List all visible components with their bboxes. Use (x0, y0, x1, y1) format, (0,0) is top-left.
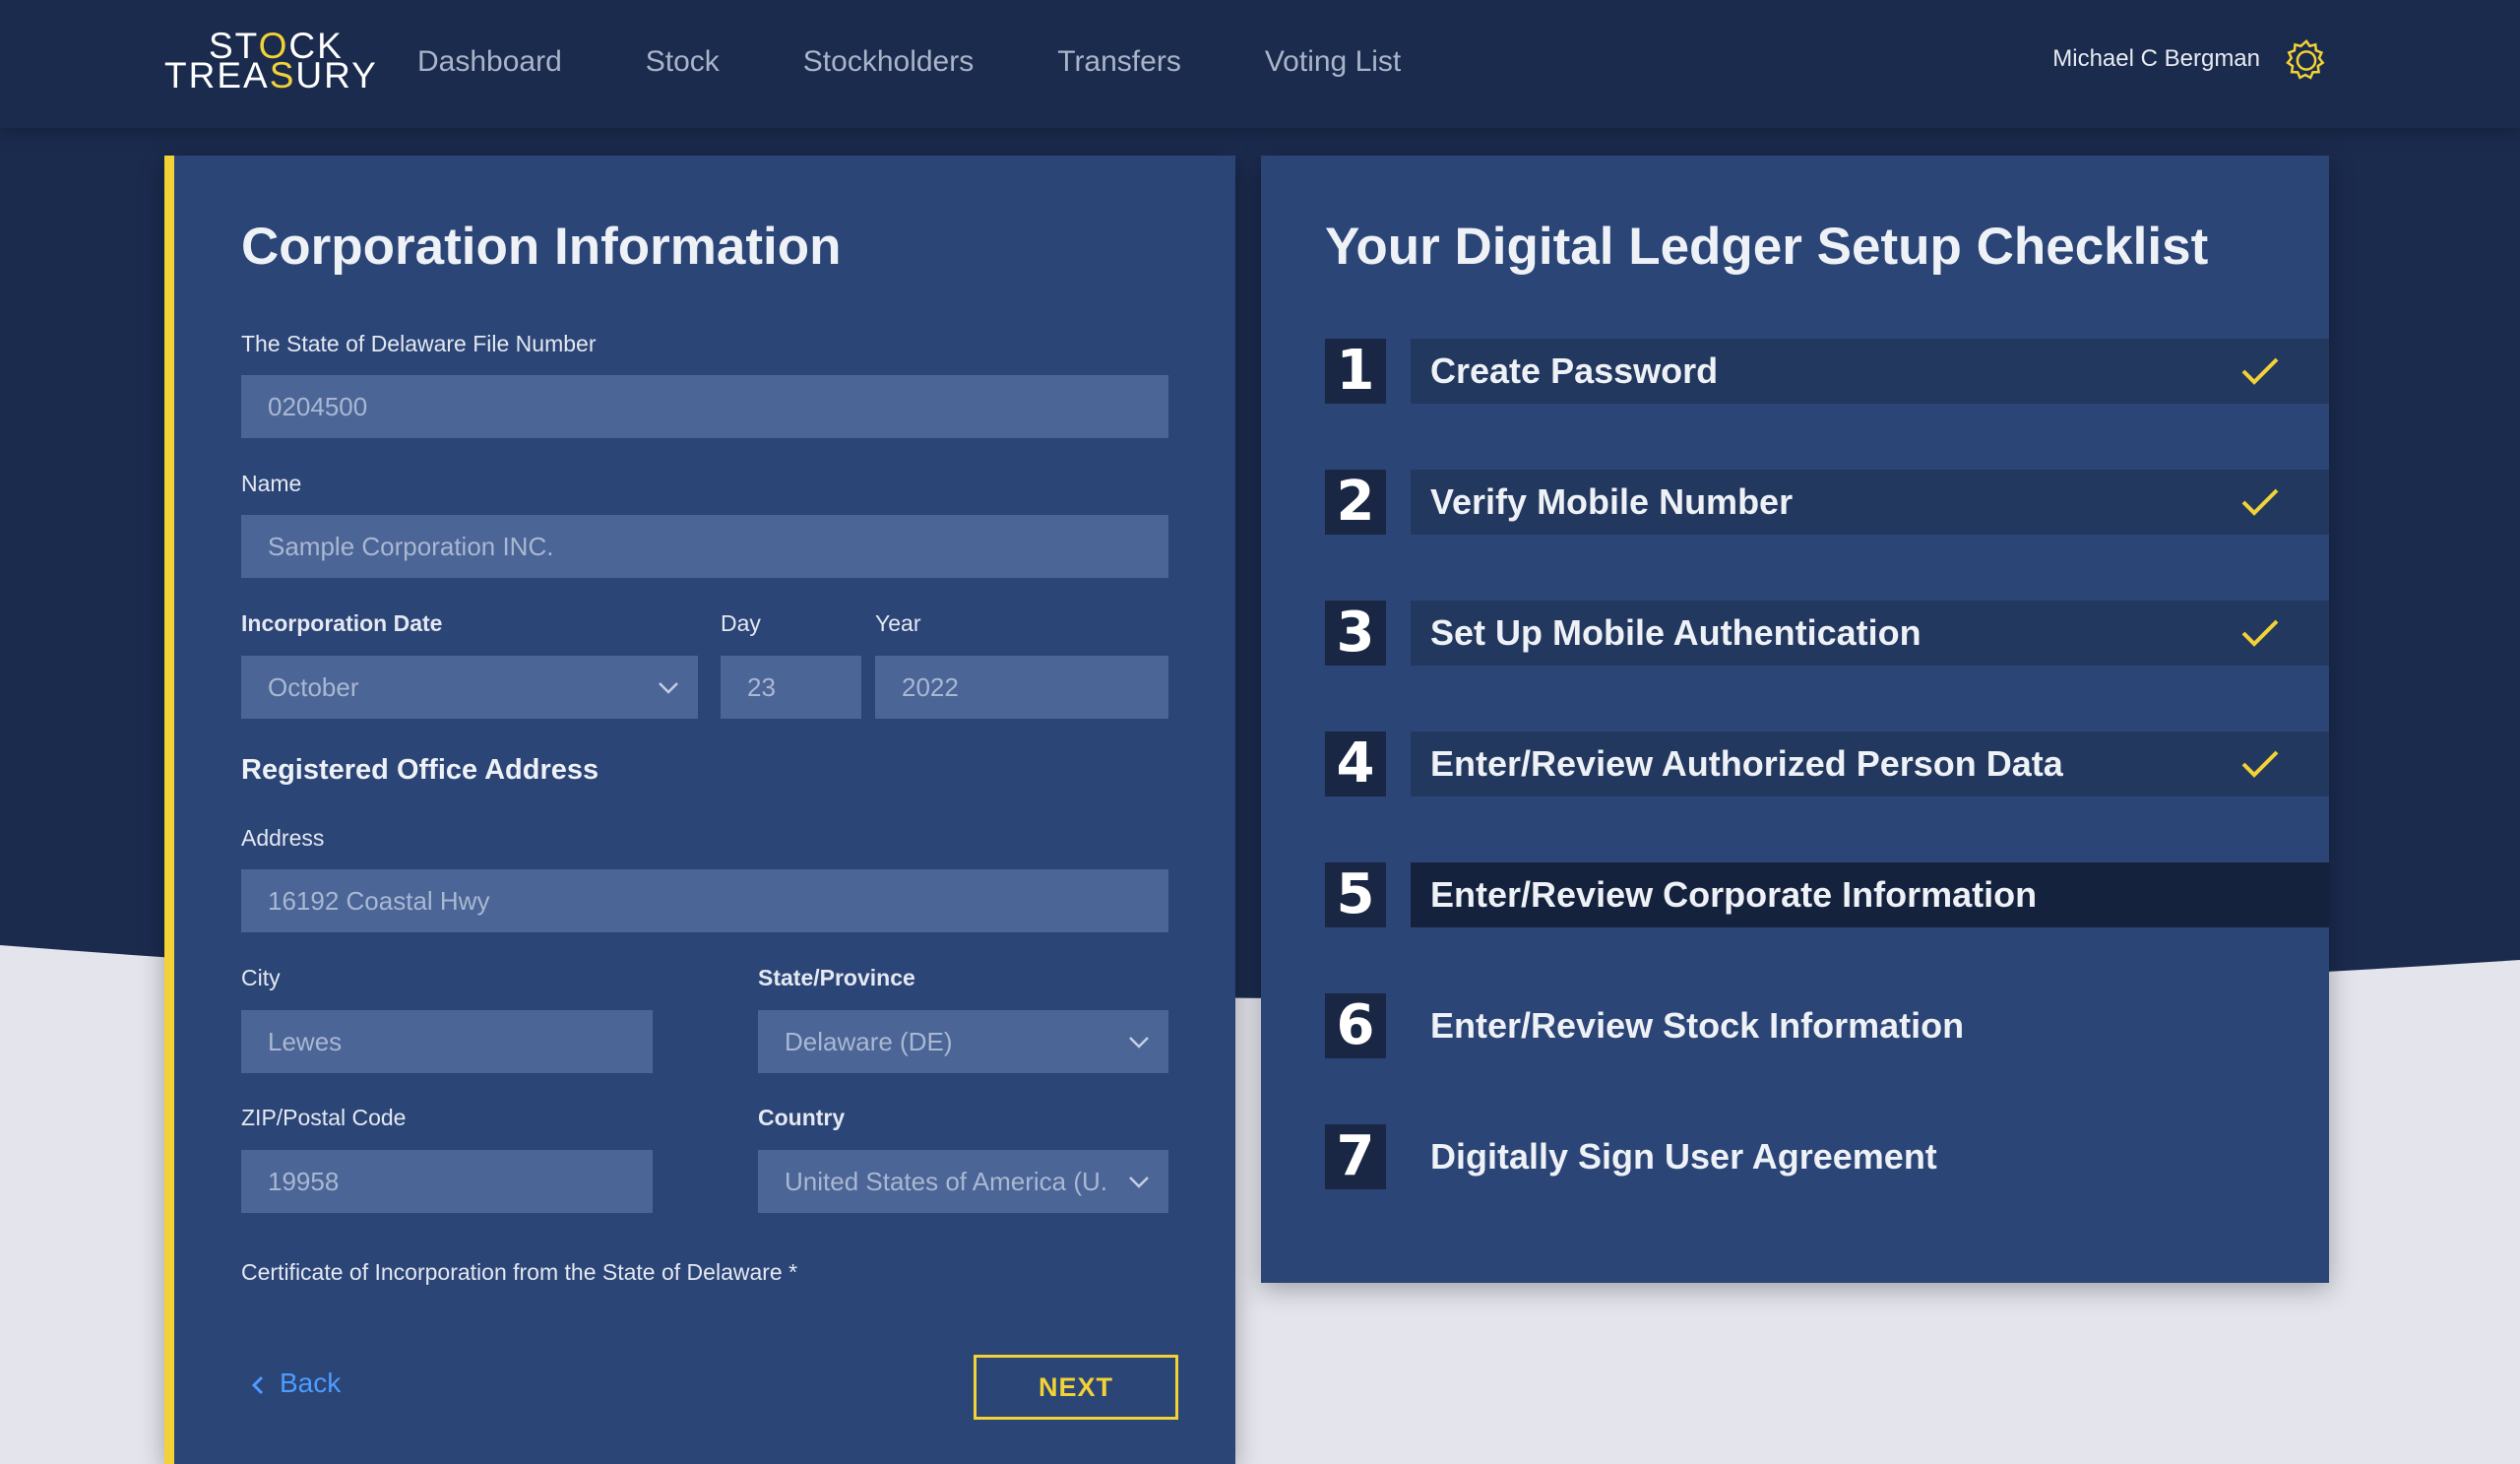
step-bar: Create Password (1411, 339, 2329, 404)
step-label: Digitally Sign User Agreement (1430, 1136, 1937, 1177)
country-label: Country (758, 1105, 846, 1130)
state-label: State/Province (758, 965, 915, 990)
step-bar: Enter/Review Authorized Person Data (1411, 732, 2329, 796)
chevron-down-icon (659, 682, 678, 694)
day-label: Day (721, 610, 761, 636)
checklist-step-active[interactable]: 5 Enter/Review Corporate Information (1325, 862, 2329, 927)
step-number: 1 (1325, 339, 1386, 404)
name-label: Name (241, 471, 302, 496)
registered-office-heading: Registered Office Address (241, 754, 599, 786)
step-number: 4 (1325, 732, 1386, 796)
checklist-step[interactable]: 2 Verify Mobile Number (1325, 470, 2329, 535)
zip-label: ZIP/Postal Code (241, 1105, 407, 1130)
year-label: Year (875, 610, 921, 636)
state-value: Delaware (DE) (785, 1027, 953, 1056)
checklist-step[interactable]: 7 Digitally Sign User Agreement (1325, 1124, 2329, 1189)
step-number: 3 (1325, 601, 1386, 666)
step-number: 5 (1325, 862, 1386, 927)
zip-input[interactable]: 19958 (241, 1150, 653, 1213)
step-label: Create Password (1430, 350, 1719, 391)
nav-link-voting-list[interactable]: Voting List (1265, 45, 1401, 79)
step-bar: Set Up Mobile Authentication (1411, 601, 2329, 666)
page-title: Corporation Information (241, 218, 842, 276)
step-number: 2 (1325, 470, 1386, 535)
checklist-title: Your Digital Ledger Setup Checklist (1325, 218, 2209, 276)
step-label: Enter/Review Stock Information (1430, 1005, 1965, 1046)
logo-bottom: TREASURY (164, 55, 378, 95)
chevron-left-icon (251, 1375, 264, 1394)
month-select[interactable]: October (241, 656, 698, 719)
user-name[interactable]: Michael C Bergman (2052, 45, 2260, 73)
day-input[interactable]: 23 (721, 656, 861, 719)
address-label: Address (241, 825, 325, 851)
nav-link-transfers[interactable]: Transfers (1057, 45, 1181, 79)
checkmark-icon (2241, 750, 2279, 778)
logo[interactable]: STOCK TREASURY (164, 28, 376, 94)
certificate-label: Certificate of Incorporation from the St… (241, 1259, 798, 1285)
step-label: Enter/Review Corporate Information (1430, 874, 2038, 915)
checklist-step[interactable]: 4 Enter/Review Authorized Person Data (1325, 732, 2329, 796)
top-nav: STOCK TREASURY Dashboard Stock Stockhold… (0, 0, 2520, 128)
checklist-panel: Your Digital Ledger Setup Checklist 1 Cr… (1261, 156, 2329, 1283)
state-select[interactable]: Delaware (DE) (758, 1010, 1168, 1073)
next-button[interactable]: NEXT (974, 1355, 1178, 1420)
nav-link-dashboard[interactable]: Dashboard (417, 45, 562, 79)
checkmark-icon (2241, 619, 2279, 647)
city-input[interactable]: Lewes (241, 1010, 653, 1073)
incorporation-date-label: Incorporation Date (241, 610, 443, 636)
chevron-down-icon (1129, 1177, 1149, 1188)
name-input[interactable]: Sample Corporation INC. (241, 515, 1168, 578)
back-label: Back (280, 1368, 342, 1398)
step-bar: Enter/Review Corporate Information (1411, 862, 2329, 927)
nav-link-stock[interactable]: Stock (646, 45, 720, 79)
checkmark-icon (2241, 357, 2279, 385)
step-label: Verify Mobile Number (1430, 481, 1794, 522)
checklist-step[interactable]: 1 Create Password (1325, 339, 2329, 404)
back-link[interactable]: Back (250, 1368, 341, 1399)
step-label: Set Up Mobile Authentication (1430, 612, 1922, 653)
country-value: United States of America (U. (785, 1167, 1108, 1196)
city-label: City (241, 965, 281, 990)
country-select[interactable]: United States of America (U. (758, 1150, 1168, 1213)
checkmark-icon (2241, 488, 2279, 516)
step-number: 7 (1325, 1124, 1386, 1189)
step-bar: Verify Mobile Number (1411, 470, 2329, 535)
corporation-panel: Corporation Information The State of Del… (164, 156, 1235, 1464)
gear-icon[interactable] (2284, 37, 2329, 83)
nav-link-stockholders[interactable]: Stockholders (803, 45, 974, 79)
nav-links: Dashboard Stock Stockholders Transfers V… (417, 0, 1484, 124)
checklist-step[interactable]: 6 Enter/Review Stock Information (1325, 993, 2329, 1058)
file-number-input[interactable]: 0204500 (241, 375, 1168, 438)
step-label: Enter/Review Authorized Person Data (1430, 743, 2063, 784)
step-number: 6 (1325, 993, 1386, 1058)
step-bar: Enter/Review Stock Information (1411, 993, 2329, 1058)
file-number-label: The State of Delaware File Number (241, 331, 597, 356)
step-bar: Digitally Sign User Agreement (1411, 1124, 2329, 1189)
address-input[interactable]: 16192 Coastal Hwy (241, 869, 1168, 932)
year-input[interactable]: 2022 (875, 656, 1168, 719)
month-value: October (268, 672, 359, 702)
chevron-down-icon (1129, 1037, 1149, 1049)
checklist-step[interactable]: 3 Set Up Mobile Authentication (1325, 601, 2329, 666)
